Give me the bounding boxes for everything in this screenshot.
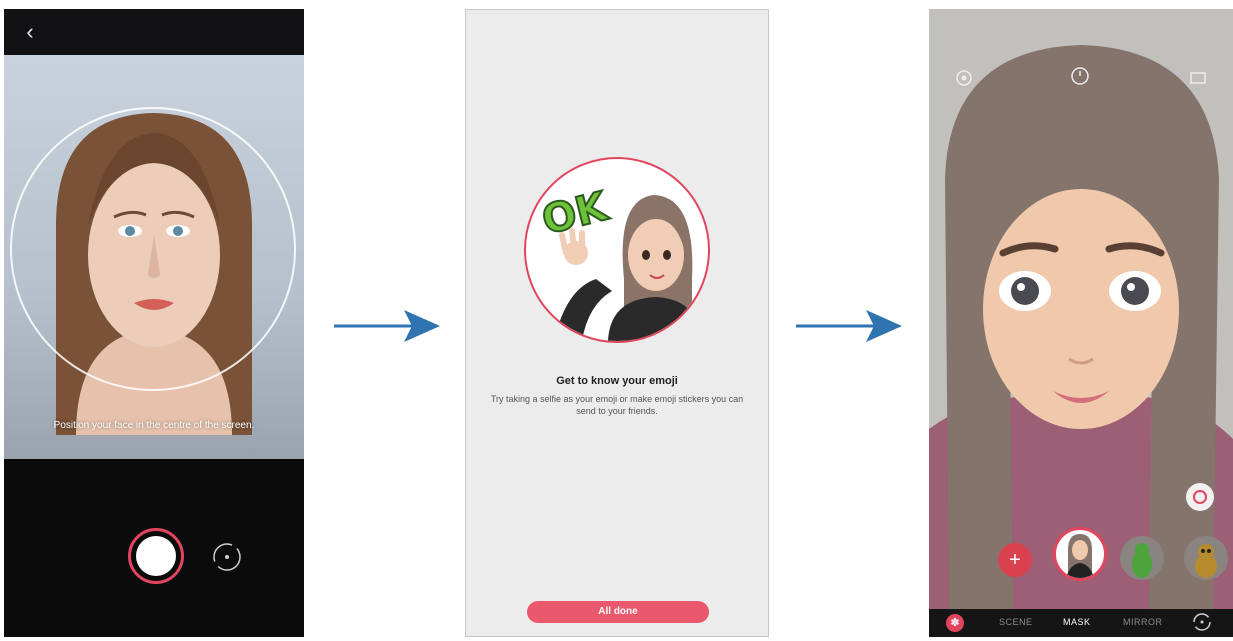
all-done-button[interactable]: All done <box>527 601 709 623</box>
capture-button-inner <box>136 536 176 576</box>
selected-emoji-thumbnail[interactable] <box>1053 527 1107 581</box>
face-guide-circle <box>10 107 296 391</box>
screen-ar-emoji: + ✽ SCENE MASK MIRROR <box>929 9 1233 637</box>
avatar-render <box>929 9 1233 609</box>
emoji-sticker-bear[interactable] <box>1184 536 1228 580</box>
ok-sticker-text: OK <box>538 183 614 244</box>
screen-face-capture: ‹ Position your face in the centre of th… <box>4 9 304 637</box>
intro-description: Try taking a selfie as your emoji or mak… <box>490 394 744 416</box>
mode-scene[interactable]: SCENE <box>999 617 1033 627</box>
timer-icon[interactable] <box>1067 63 1093 89</box>
ar-camera-view <box>929 9 1233 609</box>
intro-title: Get to know your emoji <box>556 375 678 387</box>
add-emoji-icon[interactable]: + <box>998 543 1032 577</box>
position-hint: Position your face in the centre of the … <box>53 420 255 431</box>
capture-button[interactable] <box>128 528 184 584</box>
top-bar: ‹ <box>4 9 304 55</box>
camera-preview: Position your face in the centre of the … <box>4 55 304 459</box>
emoji-avatar-illustration: OK <box>537 182 702 341</box>
switch-camera-icon[interactable] <box>211 541 243 573</box>
mode-mask[interactable]: MASK <box>1063 617 1091 627</box>
aspect-ratio-icon[interactable] <box>1185 65 1211 91</box>
arrow-right-icon <box>334 310 440 342</box>
arrow-right-icon <box>796 310 902 342</box>
settings-icon[interactable] <box>951 65 977 91</box>
back-icon[interactable]: ‹ <box>18 19 42 45</box>
flip-camera-icon[interactable] <box>1191 611 1213 633</box>
sticker-toggle-icon[interactable] <box>1186 483 1214 511</box>
screen-emoji-intro: OK Get to know your emoji Try taking a s… <box>465 9 769 637</box>
emoji-sticker-dino[interactable] <box>1120 536 1164 580</box>
emoji-avatar-preview: OK <box>524 157 710 343</box>
mode-mirror[interactable]: MIRROR <box>1123 617 1163 627</box>
effect-settings-icon[interactable]: ✽ <box>946 614 964 632</box>
